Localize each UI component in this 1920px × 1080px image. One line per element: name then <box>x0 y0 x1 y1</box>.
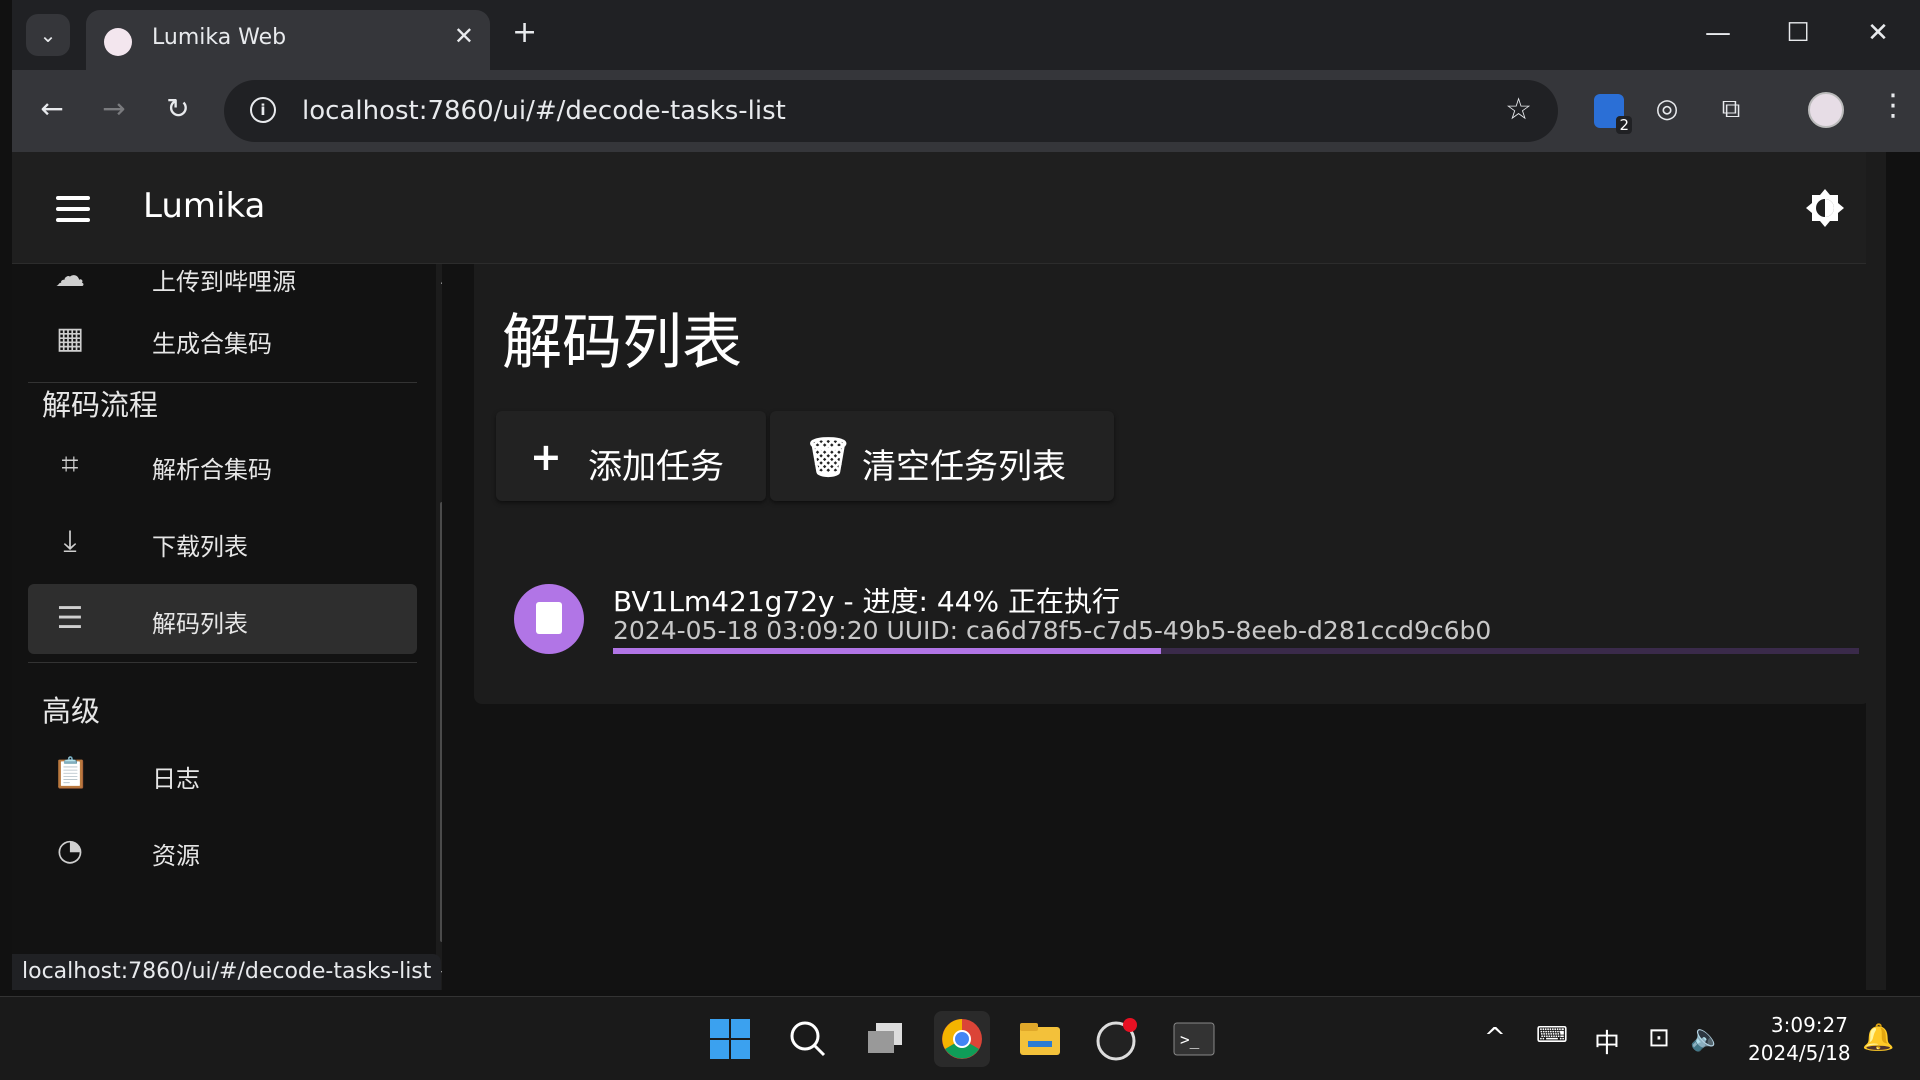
maximize-button[interactable]: ☐ <box>1778 18 1818 48</box>
nav-item-label: 资源 <box>152 842 200 870</box>
terminal-icon[interactable]: >_ <box>1166 1011 1222 1067</box>
nav-item-label: 上传到哔哩源 <box>152 268 296 296</box>
theme-toggle-icon[interactable] <box>1805 188 1845 228</box>
file-explorer-icon[interactable] <box>1012 1011 1068 1067</box>
app-bar: Lumika <box>12 152 1886 264</box>
app-title: Lumika <box>143 186 266 226</box>
windows-taskbar: >_ ^ ⌨ 中 ⊡ 🔈 3:09:27 2024/5/18 🔔 <box>0 996 1920 1080</box>
divider <box>28 662 417 663</box>
back-button[interactable]: ← <box>32 92 72 125</box>
drawer-scrollbar[interactable]: ▲ ▼ <box>436 264 442 990</box>
minimize-button[interactable]: — <box>1698 18 1738 48</box>
nav-item-label: 生成合集码 <box>152 330 272 358</box>
nav-item-label: 解析合集码 <box>152 456 272 484</box>
clear-task-list-button[interactable]: 🗑 清空任务列表 <box>770 411 1114 501</box>
windows-start-icon[interactable] <box>702 1011 758 1067</box>
svg-text:>_: >_ <box>1180 1030 1200 1049</box>
volume-icon[interactable]: 🔈 <box>1690 1023 1722 1053</box>
drawer-scroll-thumb[interactable] <box>440 502 442 942</box>
tab-search-button[interactable]: ⌄ <box>26 14 70 56</box>
clock-date: 2024/5/18 <box>1748 1041 1851 1065</box>
nav-item-generate-code[interactable]: ▦ 生成合集码 <box>28 304 417 374</box>
forward-button[interactable]: → <box>94 92 134 125</box>
task-title: BV1Lm421g72y - 进度: 44% 正在执行 <box>613 585 1120 618</box>
download-icon: ⤓ <box>63 524 77 559</box>
nav-item-label: 日志 <box>152 765 200 793</box>
tab-favicon-icon <box>104 28 132 56</box>
clipboard-icon: 📋 <box>52 756 90 791</box>
list-icon: ☰ <box>56 601 84 636</box>
address-bar[interactable]: i localhost:7860/ui/#/decode-tasks-list … <box>224 80 1558 142</box>
site-info-icon[interactable]: i <box>250 97 276 123</box>
ime-indicator[interactable]: 中 <box>1594 1023 1620 1060</box>
section-header-advanced: 高级 <box>42 694 101 728</box>
menu-icon[interactable] <box>56 196 90 229</box>
app-viewport: Lumika ☁ 上传到哔哩源 ▦ 生成合集码 解码流程 ⌗ 解析合集码 ⤓ 下… <box>12 152 1886 990</box>
network-icon[interactable]: ⊡ <box>1648 1023 1670 1053</box>
obs-icon[interactable] <box>1088 1011 1144 1067</box>
browser-tabbar: ⌄ Lumika Web ✕ + — ☐ ✕ <box>12 0 1920 70</box>
browser-toolbar: ← → ↻ i localhost:7860/ui/#/decode-tasks… <box>12 70 1920 152</box>
task-subtitle: 2024-05-18 03:09:20 UUID: ca6d78f5-c7d5-… <box>613 616 1492 645</box>
browser-tab[interactable]: Lumika Web ✕ <box>86 10 490 70</box>
nav-item-parse-code[interactable]: ⌗ 解析合集码 <box>28 430 417 500</box>
extensions-puzzle-icon[interactable]: ⧉ <box>1714 94 1748 128</box>
decode-list-card: 解码列表 + 添加任务 🗑 清空任务列表 BV1Lm421g72y - 进度: … <box>474 264 1870 704</box>
screen: ⌄ Lumika Web ✕ + — ☐ ✕ ← → ↻ i localhost… <box>0 0 1920 1080</box>
tab-close-icon[interactable]: ✕ <box>454 22 474 50</box>
clock[interactable]: 3:09:27 2024/5/18 <box>1748 1011 1851 1067</box>
nav-item-label: 解码列表 <box>152 610 248 638</box>
qr-code-icon: ▦ <box>55 321 85 356</box>
chrome-icon[interactable] <box>934 1011 990 1067</box>
browser-menu-icon[interactable]: ⋮ <box>1878 88 1908 123</box>
nav-item-logs[interactable]: 📋 日志 <box>28 739 417 809</box>
clear-task-list-label: 清空任务列表 <box>862 447 1066 487</box>
scroll-down-arrow-icon[interactable]: ▼ <box>441 968 442 984</box>
url-text[interactable]: localhost:7860/ui/#/decode-tasks-list <box>302 96 786 126</box>
extension-shield-icon[interactable]: 2 <box>1594 94 1632 134</box>
keyboard-icon[interactable]: ⌨ <box>1536 1023 1568 1048</box>
page-title: 解码列表 <box>502 308 742 378</box>
plus-icon: + <box>530 435 562 479</box>
task-progress-fill <box>613 648 1162 654</box>
new-tab-button[interactable]: + <box>512 18 537 48</box>
cloud-upload-icon: ☁ <box>55 264 85 294</box>
tab-title: Lumika Web <box>152 25 287 50</box>
reload-button[interactable]: ↻ <box>158 92 198 125</box>
show-hidden-icons-icon[interactable]: ^ <box>1484 1023 1506 1053</box>
nav-item-resources[interactable]: ◔ 资源 <box>28 816 417 886</box>
close-window-button[interactable]: ✕ <box>1858 18 1898 48</box>
task-progress-bar <box>613 648 1859 654</box>
clock-time: 3:09:27 <box>1770 1013 1848 1037</box>
trash-icon: 🗑 <box>804 435 853 479</box>
add-task-button[interactable]: + 添加任务 <box>496 411 766 501</box>
task-bookmark-icon <box>514 584 584 654</box>
scroll-up-arrow-icon[interactable]: ▲ <box>441 270 442 286</box>
navigation-drawer: ☁ 上传到哔哩源 ▦ 生成合集码 解码流程 ⌗ 解析合集码 ⤓ 下载列表 ☰ 解… <box>12 264 442 990</box>
speedometer-icon: ◔ <box>56 833 84 868</box>
section-header-decode: 解码流程 <box>42 388 159 422</box>
main-content: 解码列表 + 添加任务 🗑 清空任务列表 BV1Lm421g72y - 进度: … <box>474 264 1886 990</box>
qr-scan-icon: ⌗ <box>61 447 79 482</box>
nav-item-label: 下载列表 <box>152 533 248 561</box>
extension-badge-count: 2 <box>1616 116 1632 134</box>
nav-item-download-list[interactable]: ⤓ 下载列表 <box>28 507 417 577</box>
page-scrollbar[interactable] <box>1866 152 1886 990</box>
search-icon[interactable] <box>780 1011 836 1067</box>
add-task-label: 添加任务 <box>588 447 724 487</box>
status-bar-url: localhost:7860/ui/#/decode-tasks-list <box>12 954 442 990</box>
nav-item-decode-list[interactable]: ☰ 解码列表 <box>28 584 417 654</box>
notification-bell-icon[interactable]: 🔔 <box>1862 1023 1894 1053</box>
profile-avatar[interactable] <box>1808 92 1844 128</box>
bookmark-star-icon[interactable]: ☆ <box>1505 92 1532 127</box>
task-view-icon[interactable] <box>858 1011 914 1067</box>
extension-glasses-icon[interactable]: ◎ <box>1650 94 1684 128</box>
